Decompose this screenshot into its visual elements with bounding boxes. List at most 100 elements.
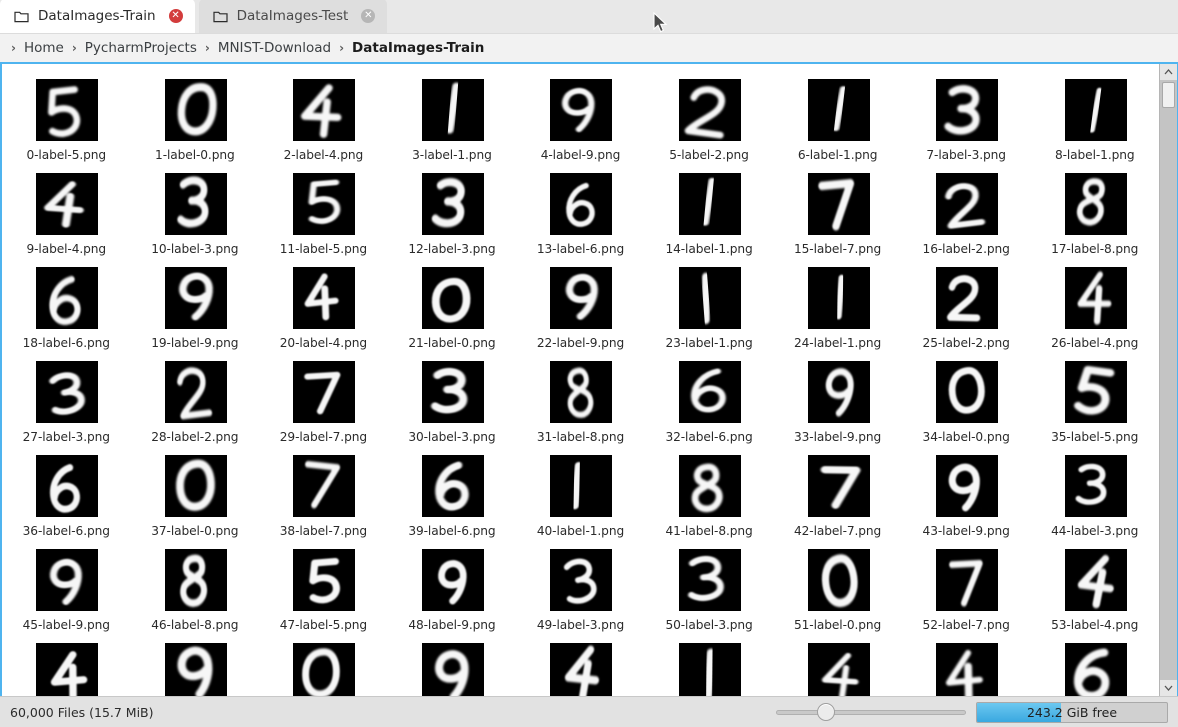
- file-item[interactable]: 47-label-5.png: [259, 542, 388, 636]
- file-thumbnail: [292, 172, 356, 235]
- file-item[interactable]: 46-label-8.png: [131, 542, 260, 636]
- file-item[interactable]: 15-label-7.png: [773, 166, 902, 260]
- file-item[interactable]: [516, 636, 645, 696]
- file-item[interactable]: 1-label-0.png: [131, 72, 260, 166]
- file-thumbnail: [420, 78, 484, 141]
- file-name-label: 9-label-4.png: [26, 242, 107, 256]
- file-item[interactable]: 7-label-3.png: [902, 72, 1031, 166]
- file-item[interactable]: [902, 636, 1031, 696]
- file-item[interactable]: 39-label-6.png: [388, 448, 517, 542]
- chevron-down-icon[interactable]: [1159, 680, 1177, 696]
- file-item[interactable]: 23-label-1.png: [645, 260, 774, 354]
- file-item[interactable]: 29-label-7.png: [259, 354, 388, 448]
- file-thumbnail: [35, 548, 99, 611]
- file-item[interactable]: 45-label-9.png: [2, 542, 131, 636]
- file-item[interactable]: 2-label-4.png: [259, 72, 388, 166]
- file-item[interactable]: 38-label-7.png: [259, 448, 388, 542]
- file-item[interactable]: 30-label-3.png: [388, 354, 517, 448]
- file-item[interactable]: 32-label-6.png: [645, 354, 774, 448]
- file-item[interactable]: 19-label-9.png: [131, 260, 260, 354]
- file-item[interactable]: 6-label-1.png: [773, 72, 902, 166]
- file-item[interactable]: 26-label-4.png: [1030, 260, 1159, 354]
- file-item[interactable]: 18-label-6.png: [2, 260, 131, 354]
- file-item[interactable]: [259, 636, 388, 696]
- breadcrumb-item-pycharmprojects[interactable]: PycharmProjects: [80, 38, 202, 58]
- file-name-label: 42-label-7.png: [793, 524, 882, 538]
- file-item[interactable]: 48-label-9.png: [388, 542, 517, 636]
- file-item[interactable]: [388, 636, 517, 696]
- vertical-scrollbar[interactable]: [1159, 64, 1177, 696]
- file-thumbnail: [292, 360, 356, 423]
- file-name-label: 26-label-4.png: [1051, 336, 1139, 350]
- file-item[interactable]: 21-label-0.png: [388, 260, 517, 354]
- breadcrumb-item-home[interactable]: Home: [19, 38, 69, 58]
- file-item[interactable]: 36-label-6.png: [2, 448, 131, 542]
- icon-view[interactable]: 0-label-5.png 1-label-0.png 2-label-4.png 3…: [2, 64, 1159, 696]
- close-icon[interactable]: ✕: [361, 9, 376, 23]
- file-item[interactable]: [773, 636, 902, 696]
- file-item[interactable]: 49-label-3.png: [516, 542, 645, 636]
- breadcrumb-item-current[interactable]: DataImages-Train: [347, 38, 489, 58]
- file-item[interactable]: [645, 636, 774, 696]
- file-item[interactable]: 25-label-2.png: [902, 260, 1031, 354]
- file-item[interactable]: 20-label-4.png: [259, 260, 388, 354]
- file-name-label: 30-label-3.png: [408, 430, 496, 444]
- file-item[interactable]: 16-label-2.png: [902, 166, 1031, 260]
- scrollbar-track[interactable]: [1159, 80, 1177, 680]
- file-item[interactable]: [1030, 636, 1159, 696]
- file-item[interactable]: 8-label-1.png: [1030, 72, 1159, 166]
- file-item[interactable]: 28-label-2.png: [131, 354, 260, 448]
- file-item[interactable]: 11-label-5.png: [259, 166, 388, 260]
- folder-icon: [14, 10, 29, 23]
- zoom-slider-track[interactable]: [776, 710, 966, 715]
- zoom-slider-handle[interactable]: [816, 703, 835, 721]
- file-item[interactable]: 42-label-7.png: [773, 448, 902, 542]
- file-item[interactable]: 34-label-0.png: [902, 354, 1031, 448]
- chevron-up-icon[interactable]: [1159, 64, 1177, 80]
- file-thumbnail: [549, 642, 613, 696]
- file-item[interactable]: 51-label-0.png: [773, 542, 902, 636]
- file-thumbnail: [678, 642, 742, 696]
- file-name-label: 12-label-3.png: [408, 242, 496, 256]
- folder-icon: [212, 10, 228, 23]
- file-name-label: 1-label-0.png: [155, 148, 235, 162]
- file-item[interactable]: 37-label-0.png: [131, 448, 260, 542]
- file-item[interactable]: 40-label-1.png: [516, 448, 645, 542]
- file-item[interactable]: 3-label-1.png: [388, 72, 517, 166]
- file-item[interactable]: 9-label-4.png: [2, 166, 131, 260]
- file-item[interactable]: 5-label-2.png: [645, 72, 774, 166]
- file-name-label: 43-label-9.png: [922, 524, 1010, 538]
- file-item[interactable]: 10-label-3.png: [131, 166, 260, 260]
- zoom-slider[interactable]: [776, 703, 966, 721]
- file-item[interactable]: 35-label-5.png: [1030, 354, 1159, 448]
- file-item[interactable]: [131, 636, 260, 696]
- file-thumbnail: [806, 548, 870, 611]
- tab-dataimages-train[interactable]: DataImages-Train ✕: [0, 0, 195, 33]
- file-item[interactable]: 4-label-9.png: [516, 72, 645, 166]
- file-item[interactable]: 12-label-3.png: [388, 166, 517, 260]
- file-name-label: 31-label-8.png: [536, 430, 625, 444]
- file-item[interactable]: 17-label-8.png: [1030, 166, 1159, 260]
- file-item[interactable]: 22-label-9.png: [516, 260, 645, 354]
- file-item[interactable]: 24-label-1.png: [773, 260, 902, 354]
- file-name-label: 44-label-3.png: [1051, 524, 1139, 538]
- file-item[interactable]: 43-label-9.png: [902, 448, 1031, 542]
- close-icon[interactable]: ✕: [168, 9, 183, 23]
- file-item[interactable]: 0-label-5.png: [2, 72, 131, 166]
- file-item[interactable]: 41-label-8.png: [645, 448, 774, 542]
- file-item[interactable]: 27-label-3.png: [2, 354, 131, 448]
- breadcrumb-item-mnist-download[interactable]: MNIST-Download: [213, 38, 336, 58]
- file-item[interactable]: 13-label-6.png: [516, 166, 645, 260]
- scrollbar-thumb[interactable]: [1161, 82, 1175, 108]
- file-item[interactable]: 44-label-3.png: [1030, 448, 1159, 542]
- file-item[interactable]: 52-label-7.png: [902, 542, 1031, 636]
- file-item[interactable]: 14-label-1.png: [645, 166, 774, 260]
- file-name-label: 41-label-8.png: [665, 524, 753, 538]
- file-name-label: 7-label-3.png: [926, 148, 1006, 162]
- file-item[interactable]: 33-label-9.png: [773, 354, 902, 448]
- file-item[interactable]: 53-label-4.png: [1030, 542, 1159, 636]
- tab-dataimages-test[interactable]: DataImages-Test ✕: [198, 0, 388, 33]
- file-item[interactable]: 31-label-8.png: [516, 354, 645, 448]
- file-item[interactable]: [2, 636, 131, 696]
- file-item[interactable]: 50-label-3.png: [645, 542, 774, 636]
